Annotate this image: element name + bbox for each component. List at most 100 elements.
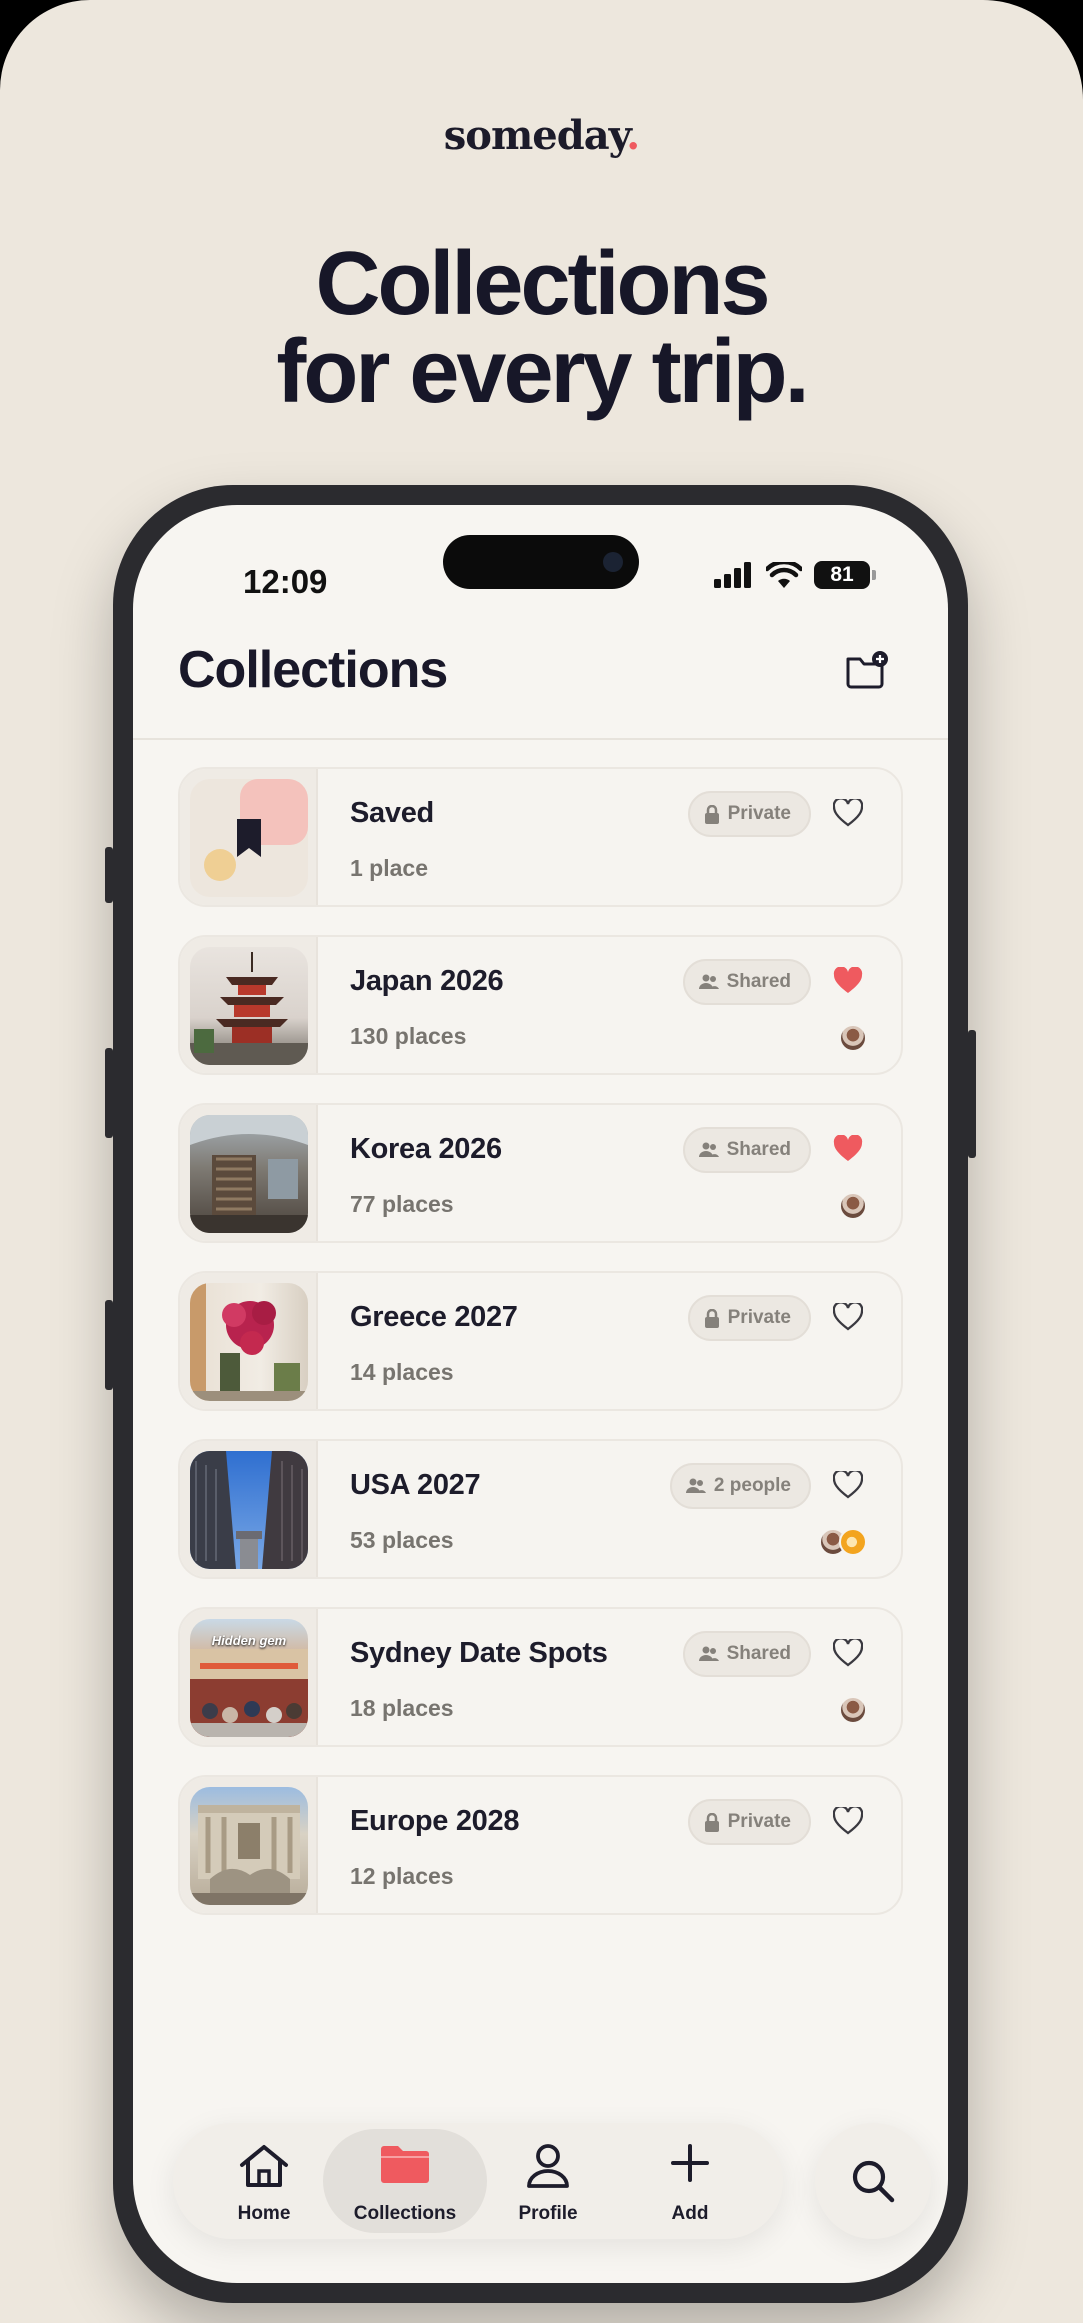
- tab-profile[interactable]: Profile: [483, 2129, 613, 2233]
- phone-side-button: [968, 1030, 976, 1158]
- person-icon: [527, 2144, 569, 2188]
- heart-outline-icon[interactable]: [833, 1639, 863, 1667]
- people-icon: [698, 1142, 719, 1157]
- heart-outline-icon[interactable]: [833, 799, 863, 827]
- tab-collections-label: Collections: [353, 2203, 457, 2224]
- collection-title: Korea 2026: [350, 1133, 502, 1165]
- collection-card[interactable]: Korea 2026 77 places Shared: [178, 1103, 903, 1243]
- people-icon: [698, 1646, 719, 1661]
- home-icon: [240, 2145, 288, 2187]
- people-icon: [685, 1478, 706, 1493]
- collection-card[interactable]: Hidden gem Sydney Date Spots 18 places S…: [178, 1607, 903, 1747]
- brand-dot: .: [626, 112, 640, 159]
- heart-outline-icon[interactable]: [833, 1471, 863, 1499]
- collection-card[interactable]: USA 2027 53 places 2 people: [178, 1439, 903, 1579]
- privacy-badge: Private: [687, 791, 811, 837]
- privacy-badge: Shared: [682, 1127, 811, 1173]
- heart-outline-icon[interactable]: [833, 1303, 863, 1331]
- collection-thumbnail-frame: [180, 1777, 318, 1913]
- avatar: [839, 1696, 867, 1724]
- city-street-photo: [190, 1451, 308, 1569]
- privacy-badge-label: Shared: [726, 1139, 791, 1160]
- collection-title: Saved: [350, 797, 434, 829]
- avatar: [839, 1528, 867, 1556]
- phone-volume-down: [105, 1300, 113, 1390]
- lock-icon: [704, 1308, 719, 1328]
- member-avatars: [839, 1024, 867, 1052]
- phone-volume-up: [105, 1048, 113, 1138]
- thumbnail-caption: Hidden gem: [211, 1633, 287, 1648]
- lock-icon: [704, 1812, 719, 1832]
- privacy-badge-label: Shared: [726, 971, 791, 992]
- status-time: 12:09: [243, 563, 328, 600]
- avatar: [839, 1192, 867, 1220]
- tab-collections[interactable]: Collections: [323, 2129, 487, 2233]
- brand-logo: someday.: [0, 112, 1083, 159]
- status-icons: 81: [714, 561, 876, 589]
- camera-icon: [603, 552, 623, 572]
- phone-frame: 12:09 81 Collections Saved 1 place Priva…: [105, 485, 976, 2303]
- promo-poster: someday. Collections for every trip. 12:…: [0, 0, 1083, 2323]
- header-divider: [133, 738, 948, 740]
- restaurant-photo: Hidden gem: [190, 1619, 308, 1737]
- plus-icon: [671, 2144, 709, 2182]
- avatar: [839, 1024, 867, 1052]
- collection-place-count: 130 places: [350, 1023, 467, 1049]
- search-button[interactable]: [815, 2123, 931, 2239]
- privacy-badge: Private: [687, 1799, 811, 1845]
- tab-add-label: Add: [671, 2203, 709, 2224]
- member-avatars: [839, 1696, 867, 1724]
- battery-indicator: 81: [814, 561, 876, 589]
- collection-place-count: 1 place: [350, 855, 428, 881]
- lock-icon: [704, 804, 719, 824]
- members-badge-label: 2 people: [713, 1475, 791, 1496]
- collection-place-count: 77 places: [350, 1191, 454, 1217]
- tab-home[interactable]: Home: [199, 2129, 329, 2233]
- page-title: Collections: [178, 641, 448, 699]
- collection-thumbnail-frame: [180, 937, 318, 1073]
- saved-thumbnail: [190, 779, 308, 897]
- member-avatars: [819, 1528, 867, 1556]
- tab-home-label: Home: [237, 2203, 291, 2224]
- privacy-badge-label: Private: [727, 1811, 791, 1832]
- headline-line-2: for every trip.: [276, 322, 809, 422]
- collection-card[interactable]: Greece 2027 14 places Private: [178, 1271, 903, 1411]
- collection-thumbnail-frame: [180, 769, 318, 905]
- collection-thumbnail-frame: [180, 1441, 318, 1577]
- collection-place-count: 14 places: [350, 1359, 454, 1385]
- dynamic-island: [443, 535, 639, 589]
- members-badge: 2 people: [669, 1463, 811, 1509]
- folder-icon: [381, 2146, 429, 2183]
- collection-card[interactable]: Saved 1 place Private: [178, 767, 903, 907]
- collection-title: Sydney Date Spots: [350, 1637, 608, 1669]
- collection-thumbnail-frame: Hidden gem: [180, 1609, 318, 1745]
- collection-card[interactable]: Europe 2028 12 places Private: [178, 1775, 903, 1915]
- privacy-badge-label: Private: [727, 803, 791, 824]
- new-collection-button[interactable]: [844, 647, 890, 693]
- pagoda-photo: [190, 947, 308, 1065]
- heart-outline-icon[interactable]: [833, 1807, 863, 1835]
- privacy-badge-label: Shared: [726, 1643, 791, 1664]
- collection-thumbnail-frame: [180, 1273, 318, 1409]
- collection-title: Europe 2028: [350, 1805, 520, 1837]
- member-avatars: [839, 1192, 867, 1220]
- tab-bar: Home Collections Profile Add: [173, 2123, 783, 2239]
- headline-line-1: Collections: [315, 234, 770, 334]
- bougainvillea-photo: [190, 1283, 308, 1401]
- heart-filled-icon[interactable]: [833, 967, 863, 995]
- privacy-badge-label: Private: [727, 1307, 791, 1328]
- tab-profile-label: Profile: [518, 2203, 578, 2224]
- people-icon: [698, 974, 719, 989]
- collection-card[interactable]: Japan 2026 130 places Shared: [178, 935, 903, 1075]
- collections-list: Saved 1 place Private Japan 2026 130 pla…: [178, 767, 903, 1943]
- heart-filled-icon[interactable]: [833, 1135, 863, 1163]
- fountain-photo: [190, 1787, 308, 1905]
- library-photo: [190, 1115, 308, 1233]
- search-icon: [852, 2160, 895, 2203]
- collection-thumbnail-frame: [180, 1105, 318, 1241]
- tab-add[interactable]: Add: [625, 2129, 755, 2233]
- collection-place-count: 18 places: [350, 1695, 454, 1721]
- battery-level: 81: [830, 563, 854, 586]
- collection-title: USA 2027: [350, 1469, 481, 1501]
- collection-place-count: 12 places: [350, 1863, 454, 1889]
